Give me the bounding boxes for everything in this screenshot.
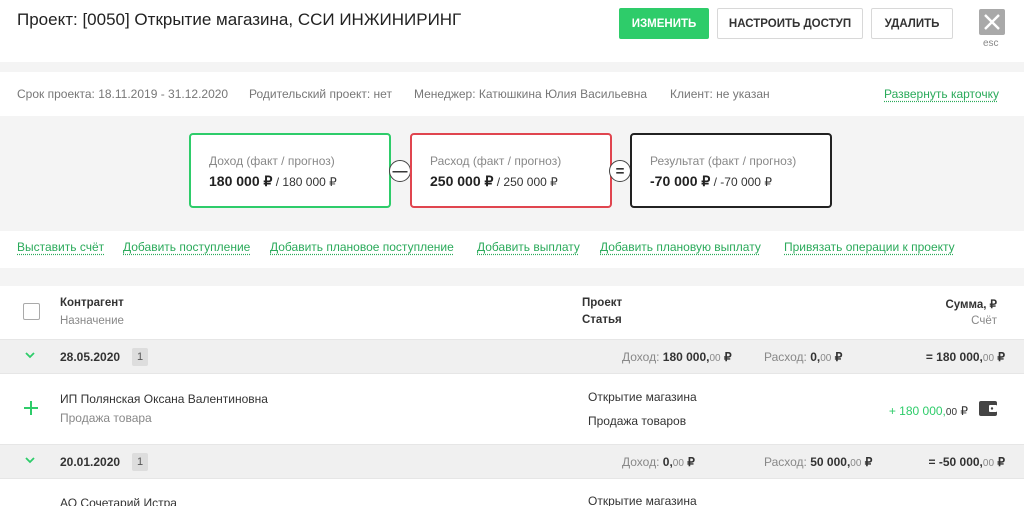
chevron-down-icon[interactable] — [25, 350, 35, 360]
income-label: Доход (факт / прогноз) — [209, 154, 335, 168]
action-add-planned-payment[interactable]: Добавить плановую выплату — [600, 240, 761, 254]
date-group-row[interactable]: 28.05.2020 1 Доход: 180 000,00 ₽ Расход:… — [0, 339, 1024, 374]
page-title: Проект: [0050] Открытие магазина, ССИ ИН… — [17, 10, 462, 29]
col-counterparty[interactable]: Контрагент — [60, 297, 124, 309]
row-article: Продажа товаров — [588, 414, 687, 428]
row-project: Открытие магазина — [588, 494, 697, 506]
edit-button[interactable]: ИЗМЕНИТЬ — [619, 8, 709, 39]
income-card: Доход (факт / прогноз) 180 000 ₽ / 180 0… — [189, 133, 391, 208]
group-income: Доход: 180 000,00 ₽ — [622, 350, 732, 364]
action-add-receipt[interactable]: Добавить поступление — [123, 240, 250, 254]
action-add-payment[interactable]: Добавить выплату — [477, 240, 580, 254]
group-date: 28.05.2020 — [60, 350, 121, 364]
result-label: Результат (факт / прогноз) — [650, 154, 797, 168]
plus-icon — [24, 401, 38, 415]
group-date: 20.01.2020 — [60, 455, 121, 469]
col-purpose: Назначение — [60, 315, 124, 327]
income-forecast: / 180 000 ₽ — [272, 175, 337, 189]
group-income: Доход: 0,00 ₽ — [622, 455, 695, 469]
expand-card-link[interactable]: Развернуть карточку — [884, 87, 999, 101]
group-count-badge: 1 — [132, 453, 148, 471]
col-project[interactable]: Проект — [582, 297, 622, 309]
project-manager: Менеджер: Катюшкина Юлия Васильевна — [414, 87, 648, 101]
expense-label: Расход (факт / прогноз) — [430, 154, 562, 168]
expense-fact: 250 000 ₽ — [430, 173, 494, 189]
page-header: Проект: [0050] Открытие магазина, ССИ ИН… — [0, 0, 1024, 62]
expense-value: 250 000 ₽ / 250 000 ₽ — [430, 173, 558, 190]
operations-table: Контрагент Назначение Проект Статья Сумм… — [0, 286, 1024, 506]
result-fact: -70 000 ₽ — [650, 173, 711, 189]
chevron-down-icon[interactable] — [25, 455, 35, 465]
row-counterparty: АО Сочетарий Истра — [60, 496, 177, 506]
col-account: Счёт — [971, 315, 997, 327]
col-sum[interactable]: Сумма, ₽ — [945, 297, 997, 311]
project-period: Срок проекта: 18.11.2019 - 31.12.2020 — [17, 87, 229, 101]
group-expense: Расход: 50 000,00 ₽ — [764, 455, 873, 469]
wallet-icon[interactable] — [978, 400, 998, 417]
row-project: Открытие магазина — [588, 390, 697, 404]
project-client: Клиент: не указан — [670, 87, 770, 101]
group-expense: Расход: 0,00 ₽ — [764, 350, 843, 364]
equals-icon: = — [609, 160, 631, 182]
col-article[interactable]: Статья — [582, 314, 622, 326]
row-amount: + 180 000,00 ₽ — [888, 404, 968, 418]
result-value: -70 000 ₽ / -70 000 ₽ — [650, 173, 772, 190]
date-group-row[interactable]: 20.01.2020 1 Доход: 0,00 ₽ Расход: 50 00… — [0, 444, 1024, 479]
project-info-bar: Срок проекта: 18.11.2019 - 31.12.2020 Ро… — [0, 72, 1024, 116]
close-icon — [984, 14, 1000, 30]
result-card: Результат (факт / прогноз) -70 000 ₽ / -… — [630, 133, 832, 208]
table-row[interactable]: АО Сочетарий Истра Открытие магазина — [0, 480, 1024, 506]
action-issue-invoice[interactable]: Выставить счёт — [17, 240, 104, 254]
select-all-checkbox[interactable] — [23, 303, 40, 320]
income-value: 180 000 ₽ / 180 000 ₽ — [209, 173, 337, 190]
close-button[interactable] — [979, 9, 1005, 35]
group-total: = 180 000,00 ₽ — [925, 350, 1005, 364]
minus-icon: — — [389, 160, 411, 182]
configure-access-button[interactable]: НАСТРОИТЬ ДОСТУП — [717, 8, 863, 39]
esc-hint: esc — [983, 38, 999, 49]
row-counterparty: ИП Полянская Оксана Валентиновна — [60, 392, 268, 406]
expense-forecast: / 250 000 ₽ — [493, 175, 558, 189]
expense-card: Расход (факт / прогноз) 250 000 ₽ / 250 … — [410, 133, 612, 208]
result-forecast: / -70 000 ₽ — [710, 175, 772, 189]
action-link-operations[interactable]: Привязать операции к проекту — [784, 240, 955, 254]
delete-button[interactable]: УДАЛИТЬ — [871, 8, 953, 39]
row-purpose: Продажа товара — [60, 411, 152, 425]
table-row[interactable]: ИП Полянская Оксана Валентиновна Продажа… — [0, 375, 1024, 443]
parent-project: Родительский проект: нет — [249, 87, 392, 101]
actions-bar: Выставить счёт Добавить поступление Доба… — [0, 231, 1024, 268]
group-total: = -50 000,00 ₽ — [928, 455, 1005, 469]
action-add-planned-receipt[interactable]: Добавить плановое поступление — [270, 240, 454, 254]
group-count-badge: 1 — [132, 348, 148, 366]
income-fact: 180 000 ₽ — [209, 173, 273, 189]
